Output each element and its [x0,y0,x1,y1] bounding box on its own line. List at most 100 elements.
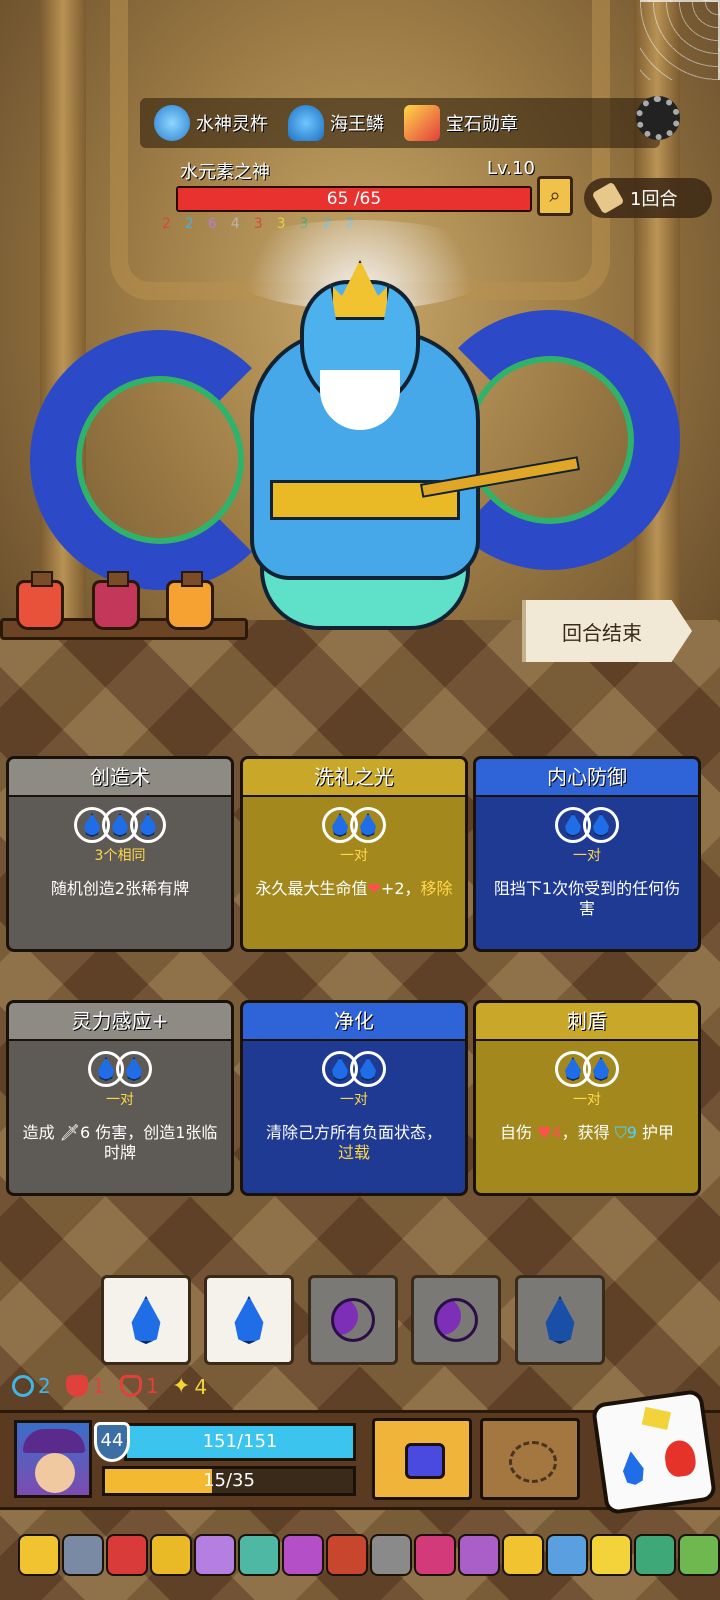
relic-slot-icon[interactable] [62,1534,104,1576]
card-create[interactable]: 创造术 3个相同 随机创造2张稀有牌 [6,756,234,952]
moon-icon [434,1298,478,1342]
relic-slot-icon[interactable] [546,1534,588,1576]
die-water-3[interactable] [515,1275,605,1365]
card-inner-defense[interactable]: 内心防御 一对 阻挡下1次你受到的任何伤害 [473,756,701,952]
enemy-hp-text: 65 /65 [326,189,382,209]
card-description: 阻挡下1次你受到的任何伤害 [493,879,681,918]
card-dice-slots[interactable] [9,1051,231,1087]
red-potion-icon[interactable] [16,571,64,630]
die-moon-1[interactable] [308,1275,398,1365]
relic-water-pestle[interactable]: 水神灵杵 [154,105,268,141]
player-hp-bar: 151/151 [124,1423,356,1461]
desc-text: 护甲 [636,1123,674,1142]
card-requirement: 一对 [340,848,368,864]
sword-icon: 🗡 [59,1123,80,1142]
relic-slot-icon[interactable] [634,1534,676,1576]
card-thorn-shield[interactable]: 刺盾 一对 自伤 ♥4，获得 ⛉9 护甲 [473,1000,701,1196]
roll-dice-button[interactable] [590,1388,718,1516]
relic-gem-medal[interactable]: 宝石勋章 [404,105,518,141]
relic-slot-icon[interactable] [590,1534,632,1576]
settings-gear-icon[interactable] [636,96,680,140]
dice-slot[interactable] [130,807,166,843]
relic-slot-icon[interactable] [414,1534,456,1576]
card-purify[interactable]: 净化 一对 清除己方所有负面状态， 过载 [240,1000,468,1196]
water-drop-icon [593,813,609,837]
spider-web-decoration [640,0,720,80]
armor-shield-icon: 44 [94,1422,130,1462]
relic-slot-icon[interactable] [502,1534,544,1576]
player-status-shield-broken[interactable]: 1 [120,1374,159,1398]
relic-slot-icon[interactable] [282,1534,324,1576]
relic-slot-icon[interactable] [238,1534,280,1576]
desc-text: 6 伤害，创造1张临时牌 [79,1123,218,1162]
water-drop-icon [332,1057,348,1081]
water-drop-icon [234,1296,264,1344]
broken-heart-icon: ♥ [537,1123,552,1142]
water-drop-icon [98,1057,114,1081]
player-status-spiral[interactable]: 2 [12,1374,51,1398]
desc-text: 自伤 [499,1123,538,1142]
water-drop-icon [126,1057,142,1081]
armor-value: 9 [626,1123,637,1142]
card-description: 永久最大生命值❤+2，移除 [253,879,455,899]
die-water-1[interactable] [101,1275,191,1365]
lightning-icon [641,1406,671,1430]
player-xp-text: 15/35 [203,1470,255,1491]
card-dice-slots[interactable] [9,807,231,843]
die-water-2[interactable] [204,1275,294,1365]
card-dice-slots[interactable] [243,1051,465,1087]
inspect-magnifier-icon[interactable]: ⌕ [537,176,573,216]
relic-slot-icon[interactable] [18,1534,60,1576]
status-value: 1 [92,1374,105,1398]
status-value: 4 [194,1374,208,1399]
desc-text: 永久最大生命值 [255,879,368,898]
crimson-potion-icon[interactable] [92,571,140,630]
card-spirit-sense[interactable]: 灵力感应+ 一对 造成 🗡6 伤害，创造1张临时牌 [6,1000,234,1196]
water-god-boss[interactable] [30,220,690,640]
locked-skill-button[interactable] [372,1418,472,1500]
player-status-shield-crack[interactable]: 1 [66,1374,105,1398]
scale-icon [288,105,324,141]
orange-potion-icon[interactable] [166,571,214,630]
desc-text: +2， [380,879,421,898]
armor-value: 44 [100,1430,124,1451]
relic-slot-icon[interactable] [370,1534,412,1576]
dice-slot[interactable] [583,807,619,843]
relic-slot-icon[interactable] [678,1534,720,1576]
relic-slot-icon[interactable] [150,1534,192,1576]
water-drop-icon [84,813,100,837]
card-requirement: 一对 [106,1092,134,1108]
die-moon-2[interactable] [411,1275,501,1365]
dice-slot[interactable] [350,807,386,843]
card-dice-slots[interactable] [476,807,698,843]
card-title: 内心防御 [476,759,698,797]
card-dice-slots[interactable] [243,807,465,843]
water-drop-icon [545,1296,575,1344]
relic-slot-icon[interactable] [106,1534,148,1576]
enemy-hp-bar: 65 /65 [176,186,532,212]
dice-slot[interactable] [583,1051,619,1087]
player-status-spark[interactable]: ✦ 4 [172,1374,207,1399]
top-relic-bar: 水神灵杵 海王鳞 宝石勋章 [140,98,660,148]
water-drop-icon [593,1057,609,1081]
water-drop-icon [565,1057,581,1081]
self-damage-value: 4 [551,1123,562,1142]
dice-slot[interactable] [350,1051,386,1087]
card-description: 随机创造2张稀有牌 [50,879,190,898]
avatar-face [35,1453,75,1493]
card-title: 洗礼之光 [243,759,465,797]
relic-slot-icon[interactable] [326,1534,368,1576]
card-description: 清除己方所有负面状态， 过载 [253,1123,455,1163]
dice-slot[interactable] [116,1051,152,1087]
enemy-name: 水元素之神 [180,162,270,183]
relic-slot-icon[interactable] [458,1534,500,1576]
end-turn-button[interactable]: 回合结束 [522,600,692,662]
relic-slot-icon[interactable] [194,1534,236,1576]
player-avatar[interactable] [14,1420,92,1498]
scroll-icon [591,181,625,215]
relic-inventory-strip [0,1510,720,1600]
relic-sea-king-scale[interactable]: 海王鳞 [288,105,384,141]
rune-skill-button[interactable] [480,1418,580,1500]
card-dice-slots[interactable] [476,1051,698,1087]
card-baptism-light[interactable]: 洗礼之光 一对 永久最大生命值❤+2，移除 [240,756,468,952]
